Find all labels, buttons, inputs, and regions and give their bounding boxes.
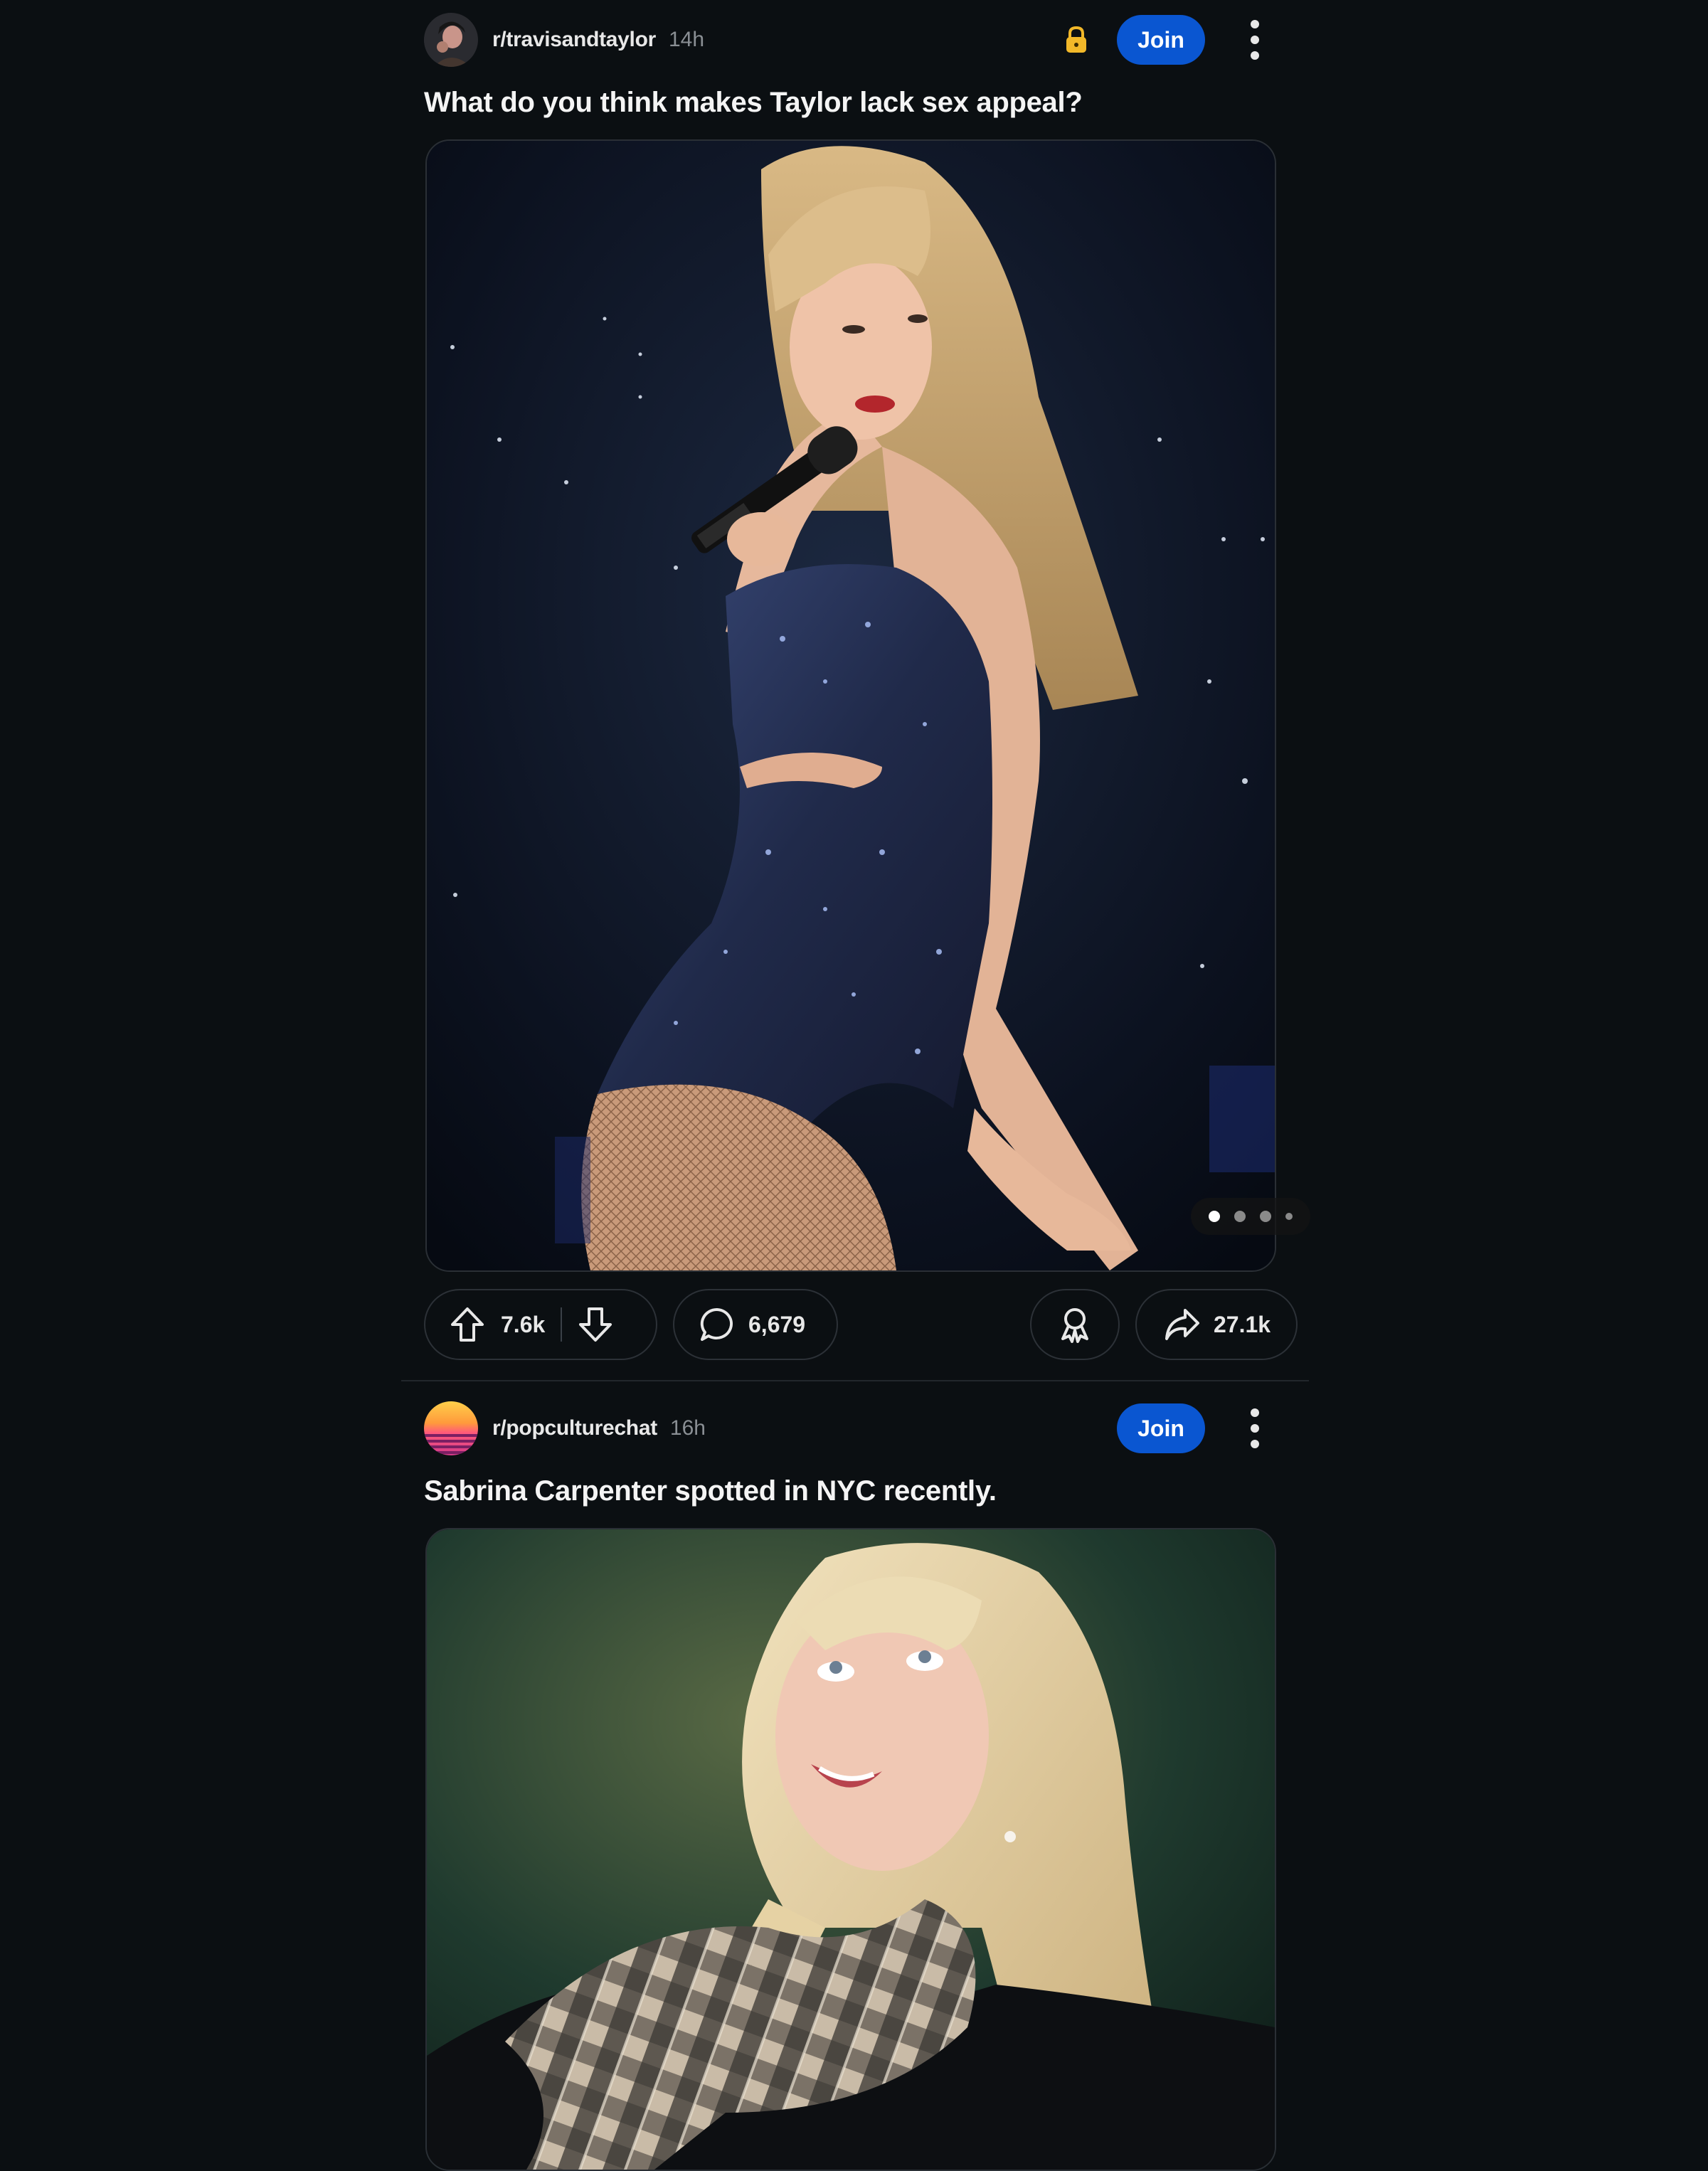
post-title[interactable]: Sabrina Carpenter spotted in NYC recentl… [424, 1471, 1286, 1511]
more-options-icon[interactable] [1248, 1408, 1262, 1448]
comment-count: 6,679 [748, 1311, 806, 1337]
upvote-count: 7.6k [501, 1311, 546, 1337]
upvote-icon[interactable] [450, 1306, 485, 1343]
vote-control: 7.6k [424, 1289, 657, 1360]
post-action-bar: 7.6k 6,679 27.1k [424, 1289, 1298, 1363]
post-image[interactable] [425, 1528, 1276, 2171]
post-header: r/popculturechat 16h Join [424, 1400, 1286, 1457]
post-time: 16h [669, 1416, 706, 1440]
more-options-icon[interactable] [1248, 20, 1262, 60]
join-button[interactable]: Join [1117, 1403, 1205, 1453]
post-card[interactable]: r/travisandtaylor 14h Join What do you t… [401, 0, 1310, 1380]
comment-button[interactable]: 6,679 [673, 1289, 838, 1360]
post-divider [401, 1380, 1309, 1381]
subreddit-name[interactable]: r/popculturechat [492, 1416, 657, 1440]
award-icon [1057, 1306, 1093, 1343]
post-header: r/travisandtaylor 14h Join [424, 11, 1286, 68]
join-button[interactable]: Join [1117, 15, 1205, 65]
vote-divider [561, 1307, 563, 1342]
gallery-dot [1285, 1213, 1293, 1220]
subreddit-avatar[interactable] [424, 1401, 478, 1455]
post-card[interactable]: r/popculturechat 16h Join Sabrina Carpen… [401, 1389, 1309, 2171]
post-title[interactable]: What do you think makes Taylor lack sex … [424, 83, 1286, 122]
subreddit-name[interactable]: r/travisandtaylor [492, 28, 656, 52]
lock-icon [1064, 26, 1088, 54]
gallery-dot [1234, 1211, 1246, 1222]
subreddit-avatar[interactable] [424, 13, 478, 67]
share-count: 27.1k [1214, 1311, 1271, 1337]
feed: r/travisandtaylor 14h Join What do you t… [401, 0, 1310, 2171]
gallery-indicator [1191, 1198, 1310, 1235]
gallery-dot-active [1209, 1211, 1220, 1222]
award-button[interactable] [1030, 1289, 1120, 1360]
downvote-icon[interactable] [578, 1306, 613, 1343]
comment-icon [699, 1306, 736, 1343]
post-time: 14h [669, 28, 705, 51]
share-button[interactable]: 27.1k [1135, 1289, 1298, 1360]
share-icon [1164, 1307, 1201, 1342]
gallery-dot [1260, 1211, 1271, 1222]
post-image[interactable] [425, 139, 1276, 1272]
